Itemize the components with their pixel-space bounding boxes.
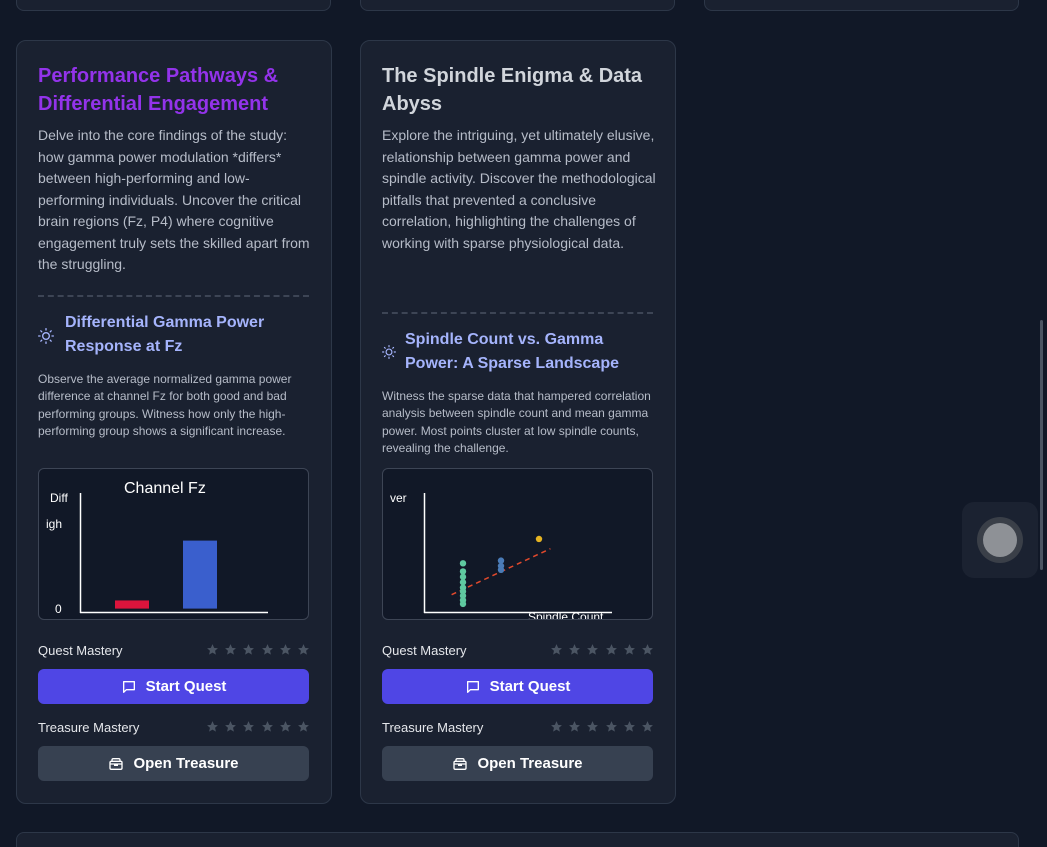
star-icon	[298, 644, 309, 655]
bar-good-group	[115, 600, 149, 609]
chart-title: Channel Fz	[124, 480, 206, 497]
quest-card: Performance Pathways & Differential Enga…	[16, 40, 332, 804]
star-icon	[243, 644, 255, 655]
treasure-chest-icon	[453, 757, 468, 770]
chat-bubble-icon	[122, 680, 135, 693]
divider	[38, 295, 309, 297]
star-icon	[261, 644, 273, 655]
star-icon	[623, 721, 635, 732]
open-treasure-button[interactable]: Open Treasure	[38, 746, 309, 781]
scatter-point	[459, 600, 467, 608]
scatter-points	[459, 535, 543, 608]
x-axis-label: Spindle Count	[528, 610, 604, 620]
card-title: Performance Pathways & Differential Enga…	[38, 65, 279, 115]
open-treasure-button[interactable]: Open Treasure	[382, 746, 653, 781]
sun-icon	[382, 345, 396, 359]
quest-mastery-label: Quest Mastery	[38, 643, 123, 658]
start-quest-button[interactable]: Start Quest	[38, 669, 309, 704]
treasure-mastery-stars	[206, 720, 310, 734]
start-quest-label: Start Quest	[489, 678, 571, 695]
quest-card: The Spindle Enigma & Data Abyss Explore …	[360, 40, 676, 804]
scrollbar[interactable]	[1040, 320, 1043, 570]
quest-mastery-stars	[550, 643, 654, 657]
star-icon	[605, 644, 617, 655]
card-description: Explore the intriguing, yet ultimately e…	[382, 127, 656, 251]
star-icon	[569, 721, 581, 732]
card-above-3	[704, 0, 1019, 11]
star-icon	[587, 644, 599, 655]
y-axis-label: ver	[390, 491, 407, 505]
open-treasure-label: Open Treasure	[477, 755, 583, 772]
treasure-mastery-stars	[550, 720, 654, 734]
section-description: Observe the average normalized gamma pow…	[38, 372, 292, 438]
star-icon	[569, 644, 581, 655]
chat-bubble-icon	[466, 680, 479, 693]
card-above-1	[16, 0, 331, 11]
star-icon	[225, 644, 237, 655]
star-icon	[207, 644, 218, 655]
star-icon	[587, 721, 599, 732]
open-treasure-label: Open Treasure	[133, 755, 239, 772]
card-description: Delve into the core findings of the stud…	[38, 127, 310, 272]
divider	[382, 312, 653, 314]
star-icon	[551, 644, 562, 655]
section-title: Differential Gamma Power Response at Fz	[65, 314, 265, 355]
bar-bad-group	[183, 540, 217, 609]
start-quest-button[interactable]: Start Quest	[382, 669, 653, 704]
star-icon	[207, 721, 218, 732]
chart-container: Diff igh Channel Fz 0	[38, 468, 309, 620]
card-above-2	[360, 0, 675, 11]
section-title: Spindle Count vs. Gamma Power: A Sparse …	[405, 331, 619, 372]
scatter-point	[535, 535, 543, 543]
quest-mastery-stars	[206, 643, 310, 657]
start-quest-label: Start Quest	[145, 678, 227, 695]
sun-icon	[38, 328, 54, 344]
treasure-chest-icon	[109, 757, 124, 770]
card-below	[16, 832, 1019, 847]
y-axis-label-2: igh	[46, 517, 62, 531]
treasure-mastery-label: Treasure Mastery	[38, 720, 140, 735]
star-icon	[605, 721, 617, 732]
star-icon	[642, 644, 653, 655]
star-icon	[642, 721, 653, 732]
star-icon	[279, 721, 291, 732]
treasure-mastery-label: Treasure Mastery	[382, 720, 484, 735]
page: Performance Pathways & Differential Enga…	[0, 0, 1047, 847]
y-axis-label: Diff	[50, 491, 68, 505]
scatter-point	[459, 560, 467, 567]
star-icon	[298, 721, 309, 732]
scatter-point	[497, 566, 505, 574]
scatter-chart: ver Spindle Count	[390, 491, 612, 620]
star-icon	[279, 644, 291, 655]
bar-chart: Diff igh Channel Fz 0	[46, 480, 268, 616]
star-icon	[623, 644, 635, 655]
star-icon	[225, 721, 237, 732]
card-title: The Spindle Enigma & Data Abyss	[382, 65, 643, 115]
quest-mastery-label: Quest Mastery	[382, 643, 467, 658]
star-icon	[243, 721, 255, 732]
section-description: Witness the sparse data that hampered co…	[382, 389, 651, 455]
star-icon	[261, 721, 273, 732]
chart-container: ver Spindle Count	[382, 468, 653, 620]
star-icon	[551, 721, 562, 732]
assistive-button-dot	[983, 523, 1017, 557]
y-tick-label: 0	[55, 602, 62, 616]
floating-assistive-button[interactable]	[962, 502, 1038, 578]
